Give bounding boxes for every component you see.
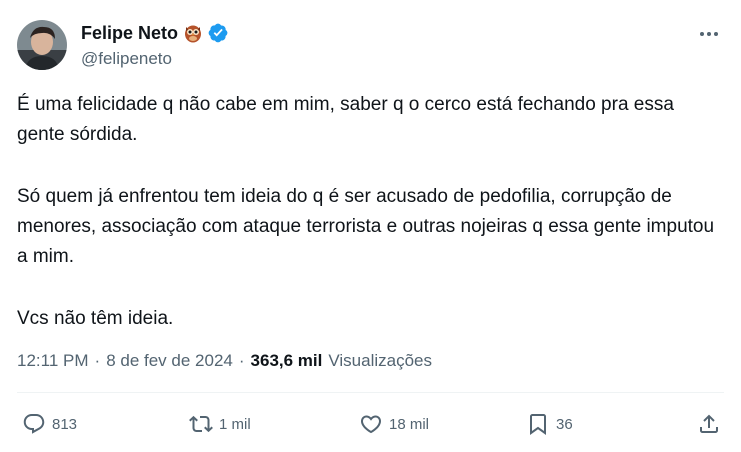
avatar-image [17,20,67,70]
author-name-row[interactable]: Felipe Neto [81,22,228,44]
reply-button[interactable]: 813 [22,407,77,441]
tweet-paragraph: Vcs não têm ideia. [17,308,174,329]
tweet-meta: 12:11 PM · 8 de fev de 2024 · 363,6 mil … [17,350,432,372]
repost-icon [189,415,213,433]
tweet-time[interactable]: 12:11 PM [17,350,89,372]
share-button[interactable] [697,407,721,441]
bookmark-count: 36 [556,415,573,433]
like-count: 18 mil [389,415,430,433]
tweet-text: É uma felicidade q não cabe em mim, sabe… [17,90,717,334]
divider [17,392,724,393]
avatar[interactable] [17,20,67,70]
more-options-icon[interactable] [697,24,721,44]
heart-icon [360,415,382,434]
author-name[interactable]: Felipe Neto [81,22,178,44]
repost-count: 1 mil [219,415,251,433]
author-handle[interactable]: @felipeneto [81,48,172,70]
meta-separator: · [238,351,245,370]
views-label: Visualizações [328,351,432,370]
meta-separator: · [94,351,101,370]
share-icon [700,414,718,433]
repost-button[interactable]: 1 mil [189,407,251,441]
tweet-paragraph: É uma felicidade q não cabe em mim, sabe… [17,94,674,145]
tweet-card: Felipe Neto @felipeneto É uma felicidade… [0,0,741,452]
owl-emoji-icon [183,23,203,43]
tweet-paragraph: Só quem já enfrentou tem ideia do q é se… [17,186,715,267]
reply-count: 813 [52,415,78,433]
tweet-date[interactable]: 8 de fev de 2024 [106,350,233,372]
views-count: 363,6 mil [250,351,323,370]
action-bar: 813 1 mil 18 mil 36 [17,407,724,441]
like-button[interactable]: 18 mil [359,407,429,441]
bookmark-icon [530,414,546,435]
reply-icon [23,414,45,434]
verified-badge-icon[interactable] [208,23,228,43]
bookmark-button[interactable]: 36 [526,407,573,441]
